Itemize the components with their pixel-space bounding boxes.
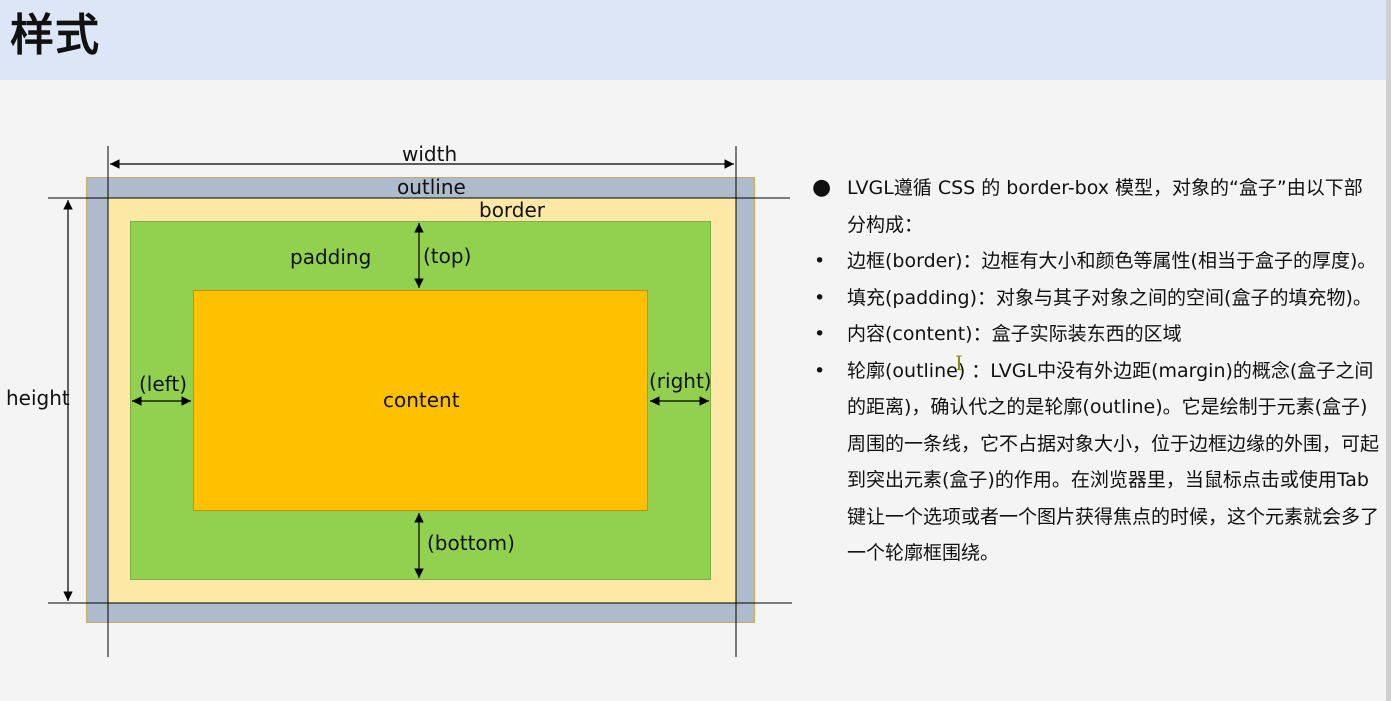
list-item-text: 填充(padding)：对象与其子对象之间的空间(盒子的填充物)。 xyxy=(847,286,1372,309)
border-label: border xyxy=(479,198,546,222)
window-edge xyxy=(1386,0,1391,701)
list-item: ● LVGL遵循 CSS 的 border-box 模型，对象的“盒子”由以下部… xyxy=(810,170,1380,243)
bullet-icon: • xyxy=(814,286,826,309)
dimension-lines xyxy=(48,146,792,657)
padding-label: padding xyxy=(290,245,372,269)
right-label: (right) xyxy=(649,369,712,393)
list-item: • 内容(content)：盒子实际装东西的区域 xyxy=(810,316,1380,353)
bullet-icon: • xyxy=(814,323,826,345)
bottom-label: (bottom) xyxy=(427,531,515,555)
list-item-text: 边框(border)：边框有大小和颜色等属性(相当于盒子的厚度)。 xyxy=(847,250,1377,272)
bullet-icon: ● xyxy=(812,175,832,200)
width-label: width xyxy=(402,142,458,166)
left-label: (left) xyxy=(139,372,187,396)
outline-label: outline xyxy=(397,175,466,199)
content-label: content xyxy=(383,388,460,412)
list-item: • 填充(padding)：对象与其子对象之间的空间(盒子的填充物)。 xyxy=(810,280,1380,317)
list-item: • 轮廓(outline) ：LVGL中没有外边距(margin)的概念(盒子之… xyxy=(810,353,1380,572)
list-item-text: 内容(content)：盒子实际装东西的区域 xyxy=(847,323,1182,345)
list-item: • 边框(border)：边框有大小和颜色等属性(相当于盒子的厚度)。 xyxy=(810,243,1380,280)
height-label: height xyxy=(6,386,70,410)
bullet-icon: • xyxy=(814,250,826,272)
list-item-text: LVGL遵循 CSS 的 border-box 模型，对象的“盒子”由以下部分构… xyxy=(847,177,1363,236)
description-list: ● LVGL遵循 CSS 的 border-box 模型，对象的“盒子”由以下部… xyxy=(810,170,1380,572)
list-item-text: 轮廓(outline) ：LVGL中没有外边距(margin)的概念(盒子之间的… xyxy=(847,359,1380,565)
top-label: (top) xyxy=(423,244,472,268)
box-model-diagram: width outline border padding (top) (left… xyxy=(0,0,810,701)
text-cursor-icon: I xyxy=(955,351,963,375)
bullet-icon: • xyxy=(814,359,826,382)
